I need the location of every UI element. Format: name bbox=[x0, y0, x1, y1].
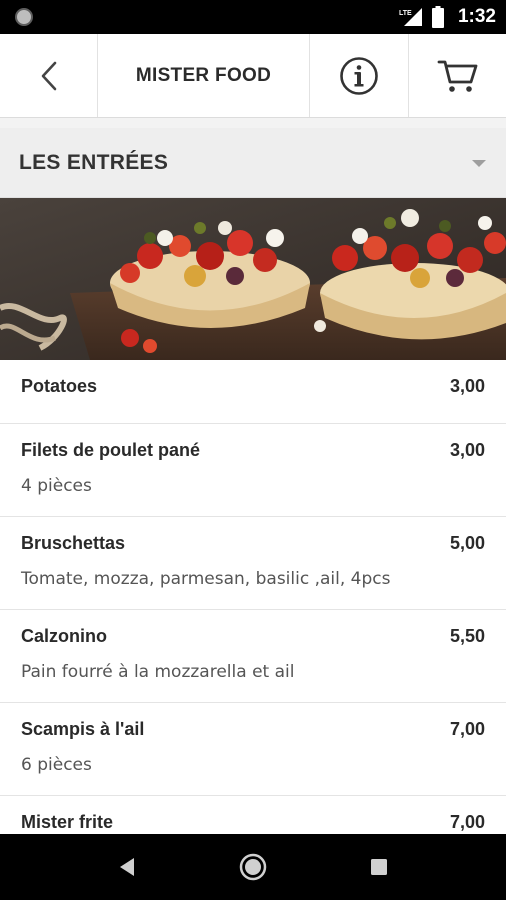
nav-recents-icon bbox=[371, 859, 387, 875]
network-type-label: LTE bbox=[399, 10, 412, 17]
item-price: 7,00 bbox=[449, 812, 485, 832]
menu-item[interactable]: Potatoes 3,00 bbox=[0, 360, 506, 424]
item-description: 4 pièces bbox=[21, 476, 92, 496]
item-name: Calzonino bbox=[21, 626, 107, 646]
menu-list: Potatoes 3,00 Filets de poulet pané 3,00… bbox=[0, 360, 506, 860]
item-name: Filets de poulet pané bbox=[21, 440, 201, 460]
item-price: 3,00 bbox=[449, 440, 485, 460]
cart-button[interactable] bbox=[409, 34, 506, 117]
nav-recents-button[interactable] bbox=[339, 834, 419, 900]
chevron-left-icon bbox=[41, 61, 56, 90]
item-name: Mister frite bbox=[21, 812, 114, 832]
category-banner-image bbox=[0, 198, 506, 360]
restaurant-title: MISTER FOOD bbox=[98, 34, 310, 117]
lte-signal-icon: LTE bbox=[398, 6, 424, 28]
category-label: LES ENTRÉES bbox=[19, 150, 169, 174]
notification-icon bbox=[15, 8, 33, 26]
nav-home-button[interactable] bbox=[213, 834, 293, 900]
item-price: 5,00 bbox=[449, 533, 485, 553]
item-description: Tomate, mozza, parmesan, basilic ,ail, 4… bbox=[21, 569, 391, 589]
item-description: Pain fourré à la mozzarella et ail bbox=[21, 662, 295, 682]
nav-home-icon bbox=[239, 853, 267, 881]
cart-icon bbox=[437, 60, 477, 92]
item-name: Scampis à l'ail bbox=[21, 719, 145, 739]
menu-item[interactable]: Scampis à l'ail 7,00 6 pièces bbox=[0, 703, 506, 796]
status-bar: LTE 1:32 bbox=[0, 0, 506, 34]
nav-back-icon bbox=[120, 858, 134, 876]
back-button[interactable] bbox=[0, 34, 98, 117]
nav-back-button[interactable] bbox=[87, 834, 167, 900]
info-button[interactable] bbox=[310, 34, 409, 117]
menu-item[interactable]: Calzonino 5,50 Pain fourré à la mozzarel… bbox=[0, 610, 506, 703]
battery-icon bbox=[431, 6, 444, 28]
menu-item[interactable]: Filets de poulet pané 3,00 4 pièces bbox=[0, 424, 506, 517]
system-nav-bar bbox=[0, 834, 506, 900]
header-spacer bbox=[0, 118, 506, 128]
item-price: 3,00 bbox=[449, 376, 485, 396]
menu-item[interactable]: Bruschettas 5,00 Tomate, mozza, parmesan… bbox=[0, 517, 506, 610]
caret-down-icon bbox=[472, 160, 486, 167]
app-bar: MISTER FOOD bbox=[0, 34, 506, 118]
item-name: Bruschettas bbox=[21, 533, 126, 553]
info-icon bbox=[340, 56, 378, 95]
item-price: 5,50 bbox=[449, 626, 485, 646]
item-description: 6 pièces bbox=[21, 755, 92, 775]
category-dropdown[interactable]: LES ENTRÉES bbox=[0, 128, 506, 198]
item-price: 7,00 bbox=[449, 719, 485, 739]
clock: 1:32 bbox=[457, 6, 496, 27]
item-name: Potatoes bbox=[21, 376, 98, 396]
